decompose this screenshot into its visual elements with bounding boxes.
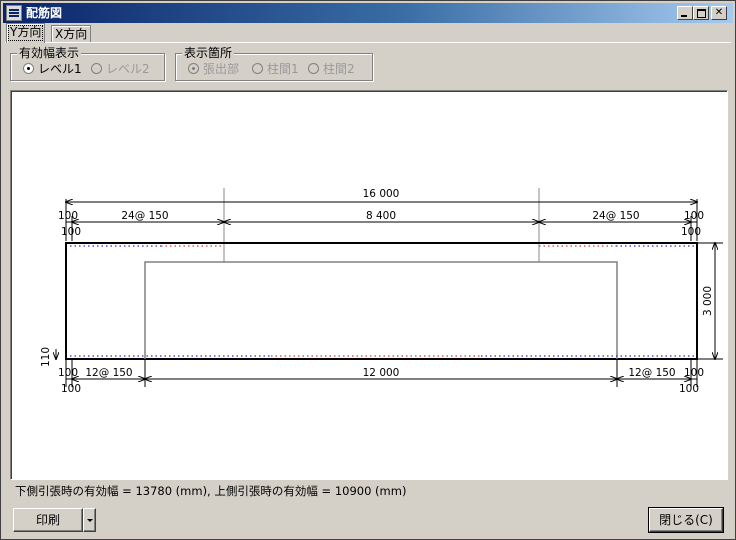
rebar-section-drawing: 16 000 100 100 24@ 150 8 400 24@ 150 100…	[40, 188, 723, 395]
dim-top-right-edge: 100	[684, 210, 704, 222]
tab-y-direction[interactable]: Y方向	[6, 23, 46, 43]
window-title: 配筋図	[26, 6, 63, 20]
dim-top-left-span: 24@ 150	[121, 210, 168, 222]
dim-bottom-center-span: 12 000	[363, 367, 400, 379]
dim-bottom-right-edge-sub: 100	[679, 383, 699, 395]
tab-x-direction[interactable]: X方向	[51, 25, 92, 43]
print-button[interactable]: 印刷	[13, 508, 83, 532]
effective-width-status: 下側引張時の有効幅 = 13780 (mm), 上側引張時の有効幅 = 1090…	[15, 484, 407, 498]
effective-width-legend: 有効幅表示	[17, 46, 82, 60]
dim-top-right-span: 24@ 150	[592, 210, 639, 222]
dim-top-left-edge: 100	[58, 210, 78, 222]
dim-top-total: 16 000	[363, 188, 400, 200]
radio-level1-label: レベル1	[38, 62, 82, 76]
effective-width-group: 有効幅表示 レベル1 レベル2	[10, 46, 165, 81]
close-button[interactable]: 閉じる(C)	[648, 507, 724, 533]
radio-span2[interactable]: 柱間2	[308, 62, 355, 76]
print-dropdown-button[interactable]	[83, 508, 96, 532]
tab-divider	[5, 42, 731, 43]
beam-inner-outline	[144, 261, 618, 359]
radio-level1[interactable]: レベル1	[23, 62, 82, 76]
radio-dot-icon	[252, 63, 263, 74]
radio-span1[interactable]: 柱間1	[252, 62, 299, 76]
dim-bottom-left-edge: 100	[58, 367, 78, 379]
radio-span2-label: 柱間2	[323, 62, 355, 76]
slab-outline	[65, 242, 698, 360]
radio-level2[interactable]: レベル2	[91, 62, 150, 76]
maximize-icon[interactable]	[693, 6, 709, 20]
dim-bottom-left-span: 12@ 150	[85, 367, 132, 379]
dim-bottom-right-edge: 100	[684, 367, 704, 379]
radio-dot-icon	[23, 63, 34, 74]
radio-dot-icon	[188, 63, 199, 74]
dim-bottom-right-span: 12@ 150	[628, 367, 675, 379]
close-icon[interactable]: ✕	[711, 6, 727, 20]
radio-span1-label: 柱間1	[267, 62, 299, 76]
radio-dot-icon	[308, 63, 319, 74]
display-location-group: 表示箇所 張出部 柱間1 柱間2	[175, 46, 373, 81]
display-location-legend: 表示箇所	[182, 46, 235, 60]
radio-level2-label: レベル2	[106, 62, 150, 76]
dim-top-left-edge-sub: 100	[61, 226, 81, 238]
radio-dot-icon	[91, 63, 102, 74]
dim-bottom-left-edge-sub: 100	[61, 383, 81, 395]
title-bar[interactable]: 配筋図 ✕	[3, 3, 733, 23]
dim-bottom-cover: 110	[40, 347, 52, 367]
minimize-icon[interactable]	[677, 6, 693, 20]
radio-overhang-label: 張出部	[203, 62, 240, 76]
rebar-app-icon[interactable]	[6, 5, 22, 21]
rebar-diagram-window: 配筋図 ✕ Y方向 X方向 有効幅表示 レベル1 レベル2 表示箇所 張出部 柱…	[0, 0, 736, 540]
dim-height: 3 000	[702, 286, 714, 316]
radio-overhang[interactable]: 張出部	[188, 62, 239, 76]
dim-top-right-edge-sub: 100	[681, 226, 701, 238]
dim-top-center-span: 8 400	[366, 210, 396, 222]
drawing-canvas[interactable]: 16 000 100 100 24@ 150 8 400 24@ 150 100…	[10, 90, 728, 480]
